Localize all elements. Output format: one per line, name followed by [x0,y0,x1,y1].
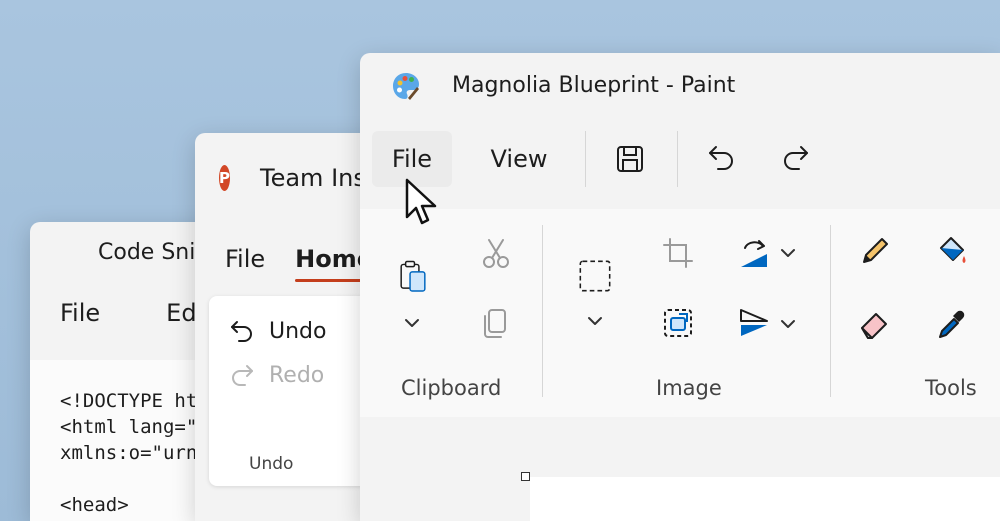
ribbon-divider [830,225,831,397]
drawing-canvas[interactable] [530,477,1000,521]
redo-label: Redo [269,362,325,388]
paste-button[interactable] [393,253,433,301]
canvas-area [360,417,1000,521]
undo-group-label: Undo [249,454,294,474]
paste-options-chevron-down-icon[interactable] [402,313,422,333]
eraser-icon [861,313,887,339]
save-icon [617,146,643,172]
redo-button[interactable]: Redo [229,362,324,388]
mouse-pointer-icon [405,178,437,225]
image-group-label: Image [656,376,722,400]
flip-options-chevron-down-icon[interactable] [778,314,798,334]
pencil-icon [863,238,888,263]
paste-icon [400,260,426,292]
pencil-button[interactable] [857,233,893,269]
tools-group-label: Tools [925,376,977,400]
clipboard-group-label: Clipboard [401,376,502,400]
notepad-menu-file[interactable]: File [60,299,100,327]
menubar-divider [585,131,586,187]
redo-icon [784,146,808,170]
paint-bucket-icon [940,237,966,263]
save-button[interactable] [605,131,655,187]
cut-button[interactable] [478,235,514,271]
menubar-divider [677,131,678,187]
rotate-options-chevron-down-icon[interactable] [778,243,798,263]
redo-icon [232,365,253,386]
redo-button[interactable] [770,131,820,187]
paint-menubar: File View [360,131,1000,197]
crop-button[interactable] [660,235,696,271]
undo-icon [709,146,733,170]
fill-button[interactable] [934,233,970,269]
powerpoint-app-icon: P [219,165,230,191]
paint-ribbon: Clipboard Image Tools [360,209,1000,417]
rotate-icon [741,240,767,267]
paint-palette-icon [393,72,419,100]
flip-button[interactable] [736,305,772,341]
resize-button[interactable] [660,305,696,341]
paint-title: Magnolia Blueprint - Paint [452,73,736,98]
select-options-chevron-down-icon[interactable] [585,311,605,331]
scissors-icon [483,239,509,268]
undo-label: Undo [269,318,327,344]
undo-button[interactable]: Undo [229,318,326,344]
copy-button[interactable] [478,305,514,341]
copy-icon [484,309,506,338]
paint-menu-view[interactable]: View [480,131,558,187]
color-picker-button[interactable] [934,307,970,343]
canvas-resize-handle[interactable] [521,472,530,481]
paint-titlebar: Magnolia Blueprint - Paint [360,53,1000,118]
eraser-button[interactable] [857,307,893,343]
flip-icon [740,309,768,336]
resize-image-icon [664,309,692,337]
rotate-button[interactable] [736,235,772,271]
ribbon-divider [542,225,543,397]
powerpoint-tab-file[interactable]: File [225,245,265,273]
select-button[interactable] [572,253,618,299]
paint-window: Magnolia Blueprint - Paint File View Cli… [360,53,1000,521]
selection-rectangle-icon [579,260,611,292]
undo-button[interactable] [697,131,747,187]
eyedropper-icon [939,310,965,338]
undo-icon [231,321,252,342]
crop-icon [663,238,693,268]
